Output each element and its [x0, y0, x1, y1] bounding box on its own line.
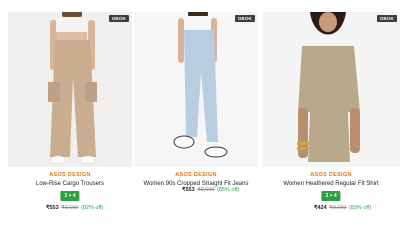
product-badge: OBOK [108, 15, 129, 22]
product-grid: OBOK ASOS DESIGN Low-Rise Cargo Trousers… [0, 0, 400, 240]
product-image[interactable]: OBOK [262, 12, 400, 167]
product-price: ₹553 ₹3,150 (82% off) [46, 205, 103, 211]
price-current: ₹424 [314, 205, 327, 211]
product-badge: OBOK [234, 15, 255, 22]
product-image[interactable]: OBOK [134, 12, 258, 167]
product-image[interactable]: OBOK [8, 12, 132, 167]
price-original: ₹3,150 [329, 205, 347, 211]
model-photo-straight-jeans [134, 12, 258, 167]
product-card[interactable]: OBOK ASOS DESIGN Low-Rise Cargo Trousers… [8, 0, 132, 240]
price-original: ₹3,150 [61, 205, 79, 211]
price-current: ₹553 [46, 205, 59, 211]
product-price: ₹424 ₹3,150 (83% off) [314, 205, 371, 211]
model-photo-cargo-trousers [8, 12, 132, 167]
product-title[interactable]: Low-Rise Cargo Trousers [8, 181, 132, 187]
product-price: ₹553 ₹3,600 (85% off) [182, 187, 239, 193]
product-title[interactable]: Women Heathered Regular Fit Shirt [262, 181, 400, 187]
size-options-badge[interactable]: 3 + 4 [321, 191, 341, 201]
price-current: ₹553 [182, 187, 195, 193]
product-card[interactable]: OBOK ASOS DESIGN Women Heathered Regular… [262, 0, 400, 240]
product-brand: ASOS DESIGN [310, 172, 352, 178]
product-badge: OBOK [376, 15, 397, 22]
price-discount: (85% off) [217, 187, 240, 193]
price-discount: (83% off) [349, 205, 372, 211]
size-options-badge[interactable]: 3 + 4 [60, 191, 80, 201]
product-brand: ASOS DESIGN [49, 172, 91, 178]
price-discount: (82% off) [81, 205, 104, 211]
product-card[interactable]: OBOK ASOS DESIGN Women 90s Cropped Strai… [134, 0, 258, 240]
product-brand: ASOS DESIGN [175, 172, 217, 178]
model-photo-heathered-shirt [262, 12, 400, 167]
price-original: ₹3,600 [197, 187, 215, 193]
